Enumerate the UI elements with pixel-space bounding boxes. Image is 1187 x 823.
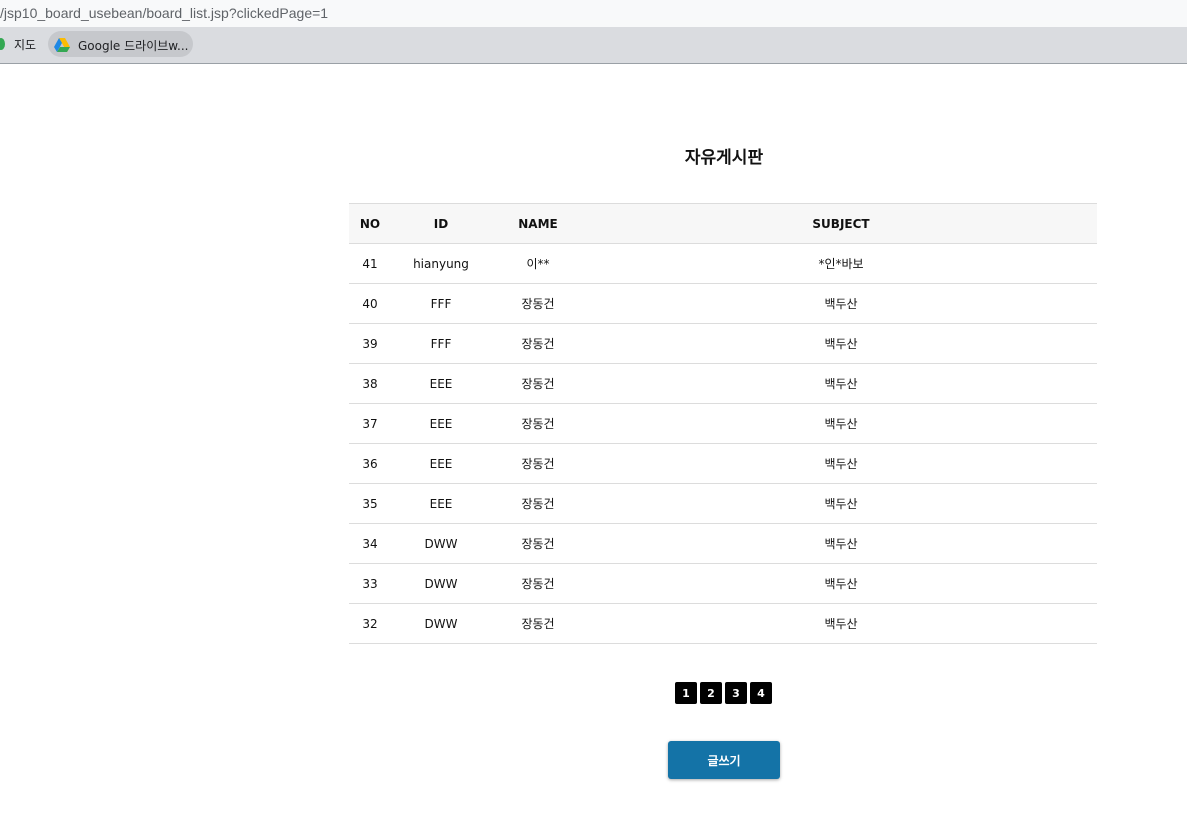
cell-subject[interactable]: 백두산 [585, 603, 1097, 644]
table-row[interactable]: 41 hianyung 이** *인*바보 [349, 243, 1097, 284]
cell-no: 38 [349, 363, 391, 404]
cell-subject[interactable]: 백두산 [585, 403, 1097, 444]
cell-name: 장동건 [491, 403, 585, 444]
table-row[interactable]: 37 EEE 장동건 백두산 [349, 403, 1097, 444]
table-row[interactable]: 40 FFF 장동건 백두산 [349, 283, 1097, 324]
cell-id: FFF [391, 323, 491, 364]
cell-subject[interactable]: 백두산 [585, 563, 1097, 604]
cell-subject[interactable]: 백두산 [585, 483, 1097, 524]
page-button-3[interactable]: 3 [725, 682, 747, 704]
cell-no: 34 [349, 523, 391, 564]
cell-id: EEE [391, 483, 491, 524]
cell-no: 33 [349, 563, 391, 604]
cell-subject[interactable]: *인*바보 [585, 243, 1097, 284]
cell-subject[interactable]: 백두산 [585, 323, 1097, 364]
cell-name: 장동건 [491, 323, 585, 364]
cell-subject[interactable]: 백두산 [585, 363, 1097, 404]
maps-icon[interactable] [0, 38, 5, 50]
column-header-subject: SUBJECT [585, 203, 1097, 244]
url-text[interactable]: /jsp10_board_usebean/board_list.jsp?clic… [0, 5, 328, 21]
cell-no: 41 [349, 243, 391, 284]
cell-name: 장동건 [491, 363, 585, 404]
table-row[interactable]: 33 DWW 장동건 백두산 [349, 563, 1097, 604]
column-header-name: NAME [491, 203, 585, 244]
bookmark-label: Google 드라이브w... [78, 39, 189, 53]
page-button-1[interactable]: 1 [675, 682, 697, 704]
cell-no: 37 [349, 403, 391, 444]
cell-no: 39 [349, 323, 391, 364]
cell-id: hianyung [391, 243, 491, 284]
cell-id: FFF [391, 283, 491, 324]
pagination: 1 2 3 4 [675, 682, 772, 704]
bookmark-maps[interactable]: 지도 [14, 36, 36, 53]
table-header-row: NO ID NAME SUBJECT [349, 203, 1097, 244]
table-row[interactable]: 32 DWW 장동건 백두산 [349, 603, 1097, 644]
table-row[interactable]: 36 EEE 장동건 백두산 [349, 443, 1097, 484]
cell-subject[interactable]: 백두산 [585, 523, 1097, 564]
cell-no: 40 [349, 283, 391, 324]
table-row[interactable]: 38 EEE 장동건 백두산 [349, 363, 1097, 404]
cell-no: 32 [349, 603, 391, 644]
write-post-button[interactable]: 글쓰기 [668, 741, 780, 779]
cell-id: EEE [391, 363, 491, 404]
bookmarks-bar: 지도 Google 드라이브w... [0, 27, 1187, 64]
page-button-2[interactable]: 2 [700, 682, 722, 704]
bookmark-google-drive[interactable]: Google 드라이브w... [48, 31, 193, 57]
cell-name: 장동건 [491, 523, 585, 564]
cell-name: 이** [491, 243, 585, 284]
table-row[interactable]: 35 EEE 장동건 백두산 [349, 483, 1097, 524]
cell-subject[interactable]: 백두산 [585, 283, 1097, 324]
cell-no: 36 [349, 443, 391, 484]
cell-name: 장동건 [491, 283, 585, 324]
address-bar[interactable]: /jsp10_board_usebean/board_list.jsp?clic… [0, 0, 1187, 27]
board-table: NO ID NAME SUBJECT 41 hianyung 이** *인*바보… [349, 203, 1097, 644]
table-row[interactable]: 34 DWW 장동건 백두산 [349, 523, 1097, 564]
cell-id: EEE [391, 443, 491, 484]
cell-name: 장동건 [491, 443, 585, 484]
column-header-id: ID [391, 203, 491, 244]
cell-id: DWW [391, 523, 491, 564]
cell-name: 장동건 [491, 563, 585, 604]
cell-id: DWW [391, 603, 491, 644]
cell-id: DWW [391, 563, 491, 604]
cell-no: 35 [349, 483, 391, 524]
page-button-4[interactable]: 4 [750, 682, 772, 704]
page-title: 자유게시판 [684, 148, 764, 168]
google-drive-icon [54, 38, 70, 52]
table-row[interactable]: 39 FFF 장동건 백두산 [349, 323, 1097, 364]
cell-id: EEE [391, 403, 491, 444]
column-header-no: NO [349, 203, 391, 244]
cell-name: 장동건 [491, 483, 585, 524]
cell-name: 장동건 [491, 603, 585, 644]
cell-subject[interactable]: 백두산 [585, 443, 1097, 484]
